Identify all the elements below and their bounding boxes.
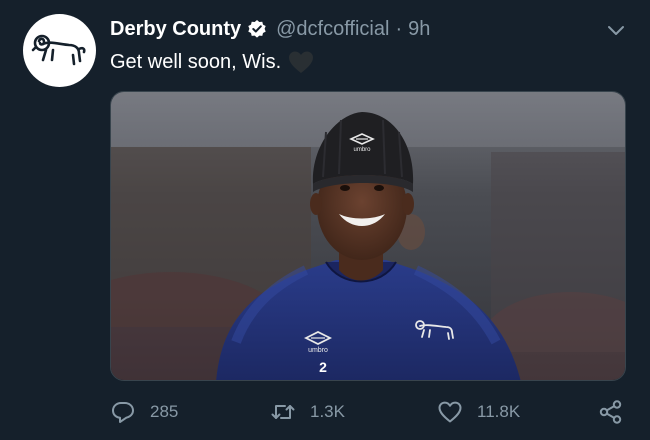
chevron-down-icon[interactable] <box>606 20 626 40</box>
tweet-media-photo[interactable]: umbro umbro 2 <box>110 91 626 381</box>
retweet-button[interactable]: 1.3K <box>270 397 345 427</box>
verified-badge-icon <box>247 19 267 39</box>
derby-ram-logo-icon <box>31 34 86 66</box>
separator-dot: · <box>395 17 403 40</box>
hat-brand-text: umbro <box>353 147 371 153</box>
author-handle[interactable]: @dcfcofficial <box>276 18 389 41</box>
avatar[interactable] <box>23 14 96 87</box>
tweet-text: Get well soon, Wis. <box>110 49 315 75</box>
player-photo: umbro umbro 2 <box>111 92 625 380</box>
reply-icon <box>112 402 134 423</box>
tweet-text-content: Get well soon, Wis. <box>110 50 282 73</box>
retweet-icon <box>271 405 295 419</box>
reply-count: 285 <box>150 402 179 421</box>
like-button[interactable]: 11.8K <box>437 397 520 427</box>
author-name[interactable]: Derby County <box>110 18 241 41</box>
shirt-brand-text: umbro <box>308 347 328 354</box>
retweet-count: 1.3K <box>310 402 345 421</box>
tweet-action-bar: 285 1.3K 11.8K <box>110 397 630 427</box>
tweet-header: Derby County @dcfcofficial · 9h <box>110 16 430 42</box>
share-button[interactable] <box>598 397 624 427</box>
tweet-timestamp[interactable]: 9h <box>408 18 430 41</box>
heart-icon <box>438 401 462 423</box>
like-count: 11.8K <box>477 402 521 421</box>
kit-number-text: 2 <box>319 359 327 375</box>
black-heart-emoji-icon <box>287 49 315 75</box>
share-icon <box>599 400 622 424</box>
reply-button[interactable]: 285 <box>110 397 178 427</box>
